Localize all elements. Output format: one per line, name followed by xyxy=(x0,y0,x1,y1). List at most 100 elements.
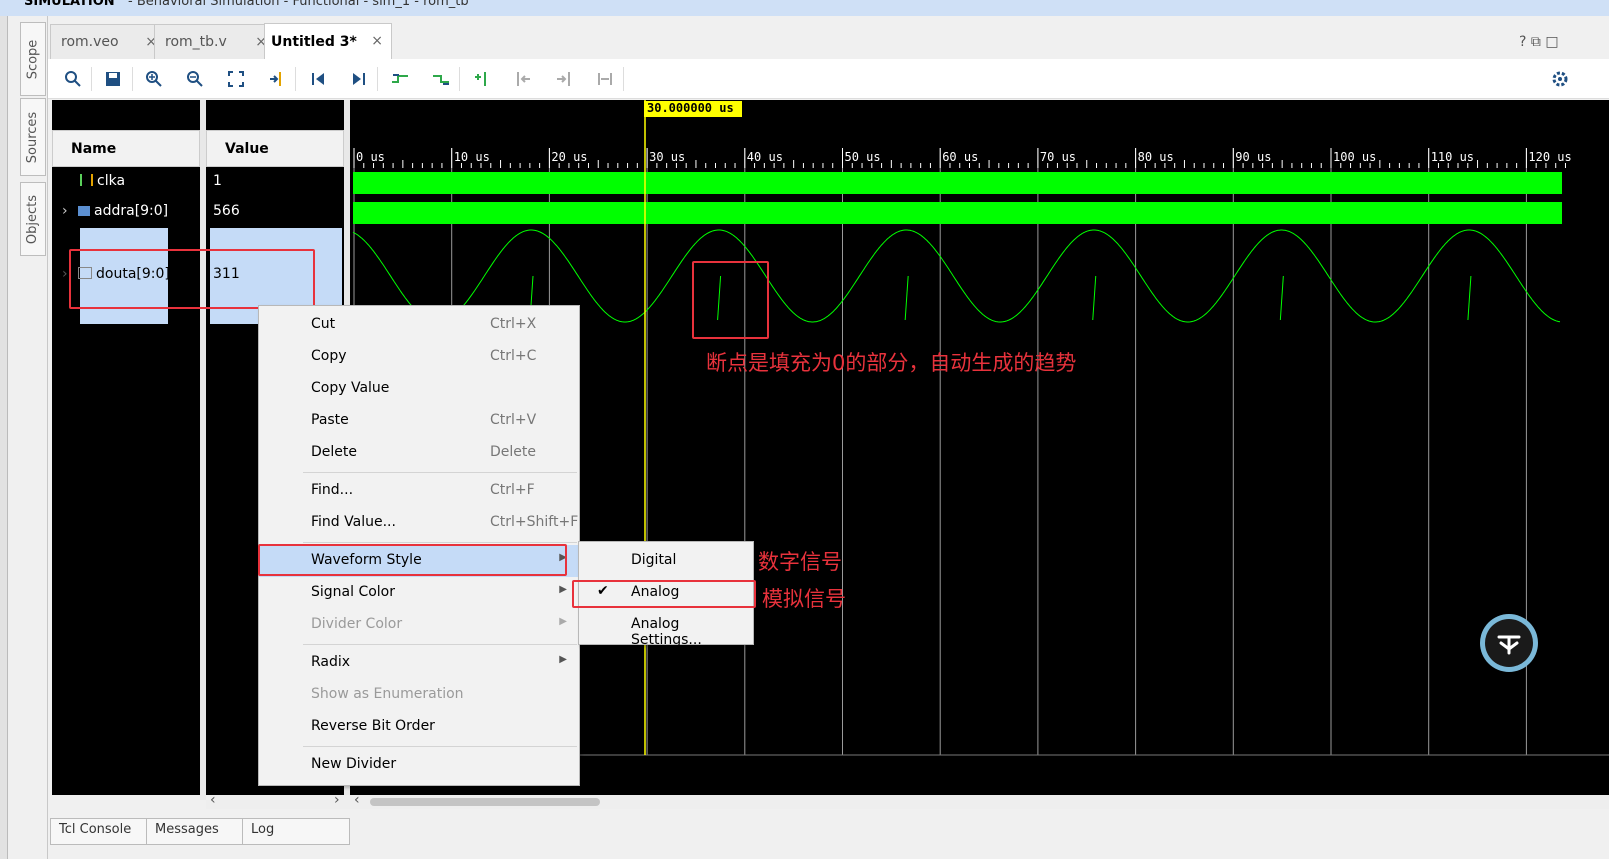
gear-icon[interactable] xyxy=(1548,67,1572,91)
title-context: - Behavioral Simulation - Functional - s… xyxy=(128,0,469,9)
add-marker-icon[interactable] xyxy=(470,67,494,91)
swap-cursors-icon[interactable] xyxy=(593,67,617,91)
breakpoint-spike xyxy=(1092,275,1097,321)
menu-item-find-value[interactable]: Find Value... Ctrl+Shift+F xyxy=(259,507,579,539)
zoom-out-icon[interactable] xyxy=(183,67,207,91)
tab-rom-tb[interactable]: rom_tb.v × xyxy=(154,24,276,59)
column-header-name[interactable]: Name xyxy=(52,130,200,167)
menu-separator xyxy=(303,472,577,473)
timeline-tick-label: 50 us xyxy=(845,150,881,164)
timeline-tick-label: 70 us xyxy=(1040,150,1076,164)
menu-item-copy-value[interactable]: Copy Value xyxy=(259,373,579,405)
horizontal-scrollbar[interactable]: ‹ › ‹ xyxy=(206,792,1609,809)
menu-item-divider-color: Divider Color ▶ xyxy=(311,616,567,632)
go-to-start-icon[interactable] xyxy=(306,67,330,91)
signal-row-clka[interactable]: clka xyxy=(80,173,190,193)
signal-name: addra[9:0] xyxy=(94,203,169,219)
editor-tab-bar: rom.veo × rom_tb.v × Untitled 3* × ? ⧉ □ xyxy=(48,16,1609,60)
scroll-thumb[interactable] xyxy=(370,798,600,806)
close-icon[interactable]: × xyxy=(371,33,383,49)
side-tab-scope[interactable]: Scope xyxy=(20,22,46,96)
breakpoint-spike xyxy=(904,275,909,321)
previous-transition-icon[interactable] xyxy=(388,67,412,91)
timeline-tick-label: 100 us xyxy=(1333,150,1376,164)
submenu-arrow-icon: ▶ xyxy=(559,584,567,595)
go-to-cursor-icon[interactable] xyxy=(265,67,289,91)
side-tab-sources[interactable]: Sources xyxy=(20,98,46,176)
signal-value: 1 xyxy=(213,173,222,189)
submenu-arrow-icon: ▶ xyxy=(559,654,567,665)
clka-waveform xyxy=(353,172,1562,194)
menu-separator xyxy=(303,644,577,645)
title-bar: SIMULATION - Behavioral Simulation - Fun… xyxy=(0,0,1609,16)
tab-tcl-console[interactable]: Tcl Console xyxy=(50,818,156,845)
highlight-box-analog xyxy=(572,580,756,608)
timeline-tick-label: 10 us xyxy=(454,150,490,164)
tab-untitled-3[interactable]: Untitled 3* × xyxy=(264,23,392,60)
submenu-item-analog-settings[interactable]: Analog Settings... xyxy=(579,609,753,648)
menu-item-show-as-enumeration: Show as Enumeration xyxy=(311,686,464,702)
timeline-tick-label: 110 us xyxy=(1431,150,1474,164)
tab-log[interactable]: Log xyxy=(242,818,350,845)
bottom-panel-tabs: Tcl Console Messages Log xyxy=(48,818,1609,859)
tab-rom-veo[interactable]: rom.veo × xyxy=(50,24,166,59)
menu-item-new-divider[interactable]: New Divider xyxy=(259,749,579,781)
go-to-end-icon[interactable] xyxy=(347,67,371,91)
breakpoint-spike xyxy=(1279,275,1284,321)
submenu-arrow-icon: ▶ xyxy=(559,616,567,627)
tab-messages[interactable]: Messages xyxy=(146,818,252,845)
menu-item-find[interactable]: Find... Ctrl+F xyxy=(259,475,579,507)
next-marker-icon[interactable] xyxy=(552,67,576,91)
timeline-tick-label: 60 us xyxy=(942,150,978,164)
bit-signal-icon xyxy=(80,174,93,186)
chevron-left-icon[interactable]: ‹ xyxy=(210,792,216,808)
breakpoint-highlight-box xyxy=(692,261,769,339)
zoom-fit-icon[interactable] xyxy=(224,67,248,91)
chevron-left-icon[interactable]: ‹ xyxy=(354,792,360,808)
chevron-right-icon[interactable]: › xyxy=(62,203,74,219)
tab-label: rom.veo xyxy=(61,34,119,50)
timeline-tick-label: 30 us xyxy=(649,150,685,164)
addra-waveform xyxy=(353,202,1562,224)
menu-item-reverse-bit-order[interactable]: Reverse Bit Order xyxy=(259,711,579,743)
timeline-tick-label: 40 us xyxy=(747,150,783,164)
timeline-tick-label: 80 us xyxy=(1138,150,1174,164)
column-header-value[interactable]: Value xyxy=(206,130,344,167)
signal-value: 566 xyxy=(213,203,240,219)
bus-signal-icon xyxy=(78,206,90,216)
signal-name: clka xyxy=(97,173,126,189)
waveform-toolbar xyxy=(48,59,1609,99)
tab-label: Untitled 3* xyxy=(271,34,357,50)
save-icon[interactable] xyxy=(101,67,125,91)
tab-label: rom_tb.v xyxy=(165,34,227,50)
cursor-time-label[interactable]: 30.000000 us xyxy=(644,101,742,117)
timeline-tick-label: 0 us xyxy=(356,150,385,164)
left-rail-scrollbar[interactable] xyxy=(0,16,8,859)
menu-item-cut[interactable]: Cut Ctrl+X xyxy=(259,309,579,341)
timeline-tick-label: 120 us xyxy=(1528,150,1571,164)
previous-marker-icon[interactable] xyxy=(511,67,535,91)
timeline-tick-label: 20 us xyxy=(551,150,587,164)
annotation-analog: 模拟信号 xyxy=(762,587,846,611)
menu-item-radix[interactable]: Radix ▶ xyxy=(259,647,579,679)
search-icon[interactable] xyxy=(61,67,85,91)
chevron-right-icon[interactable]: › xyxy=(334,792,340,808)
assistant-badge-icon[interactable] xyxy=(1480,614,1538,672)
menu-separator xyxy=(303,542,577,543)
menu-item-paste[interactable]: Paste Ctrl+V xyxy=(259,405,579,437)
side-tab-objects[interactable]: Objects xyxy=(20,182,46,256)
menu-item-delete[interactable]: Delete Delete xyxy=(259,437,579,469)
zoom-in-icon[interactable] xyxy=(142,67,166,91)
annotation-digital: 数字信号 xyxy=(758,550,842,574)
highlight-box-douta xyxy=(69,249,315,309)
next-transition-icon[interactable] xyxy=(429,67,453,91)
title-section: SIMULATION xyxy=(24,0,115,9)
window-controls[interactable]: ? ⧉ □ xyxy=(1519,34,1609,54)
column-splitter[interactable] xyxy=(200,100,206,800)
highlight-box-waveform-style xyxy=(258,544,567,576)
breakpoint-spike xyxy=(1467,275,1472,321)
menu-item-copy[interactable]: Copy Ctrl+C xyxy=(259,341,579,373)
submenu-item-digital[interactable]: Digital xyxy=(579,545,753,577)
signal-row-addra[interactable]: › addra[9:0] xyxy=(62,203,192,223)
menu-item-signal-color[interactable]: Signal Color ▶ xyxy=(259,577,579,609)
